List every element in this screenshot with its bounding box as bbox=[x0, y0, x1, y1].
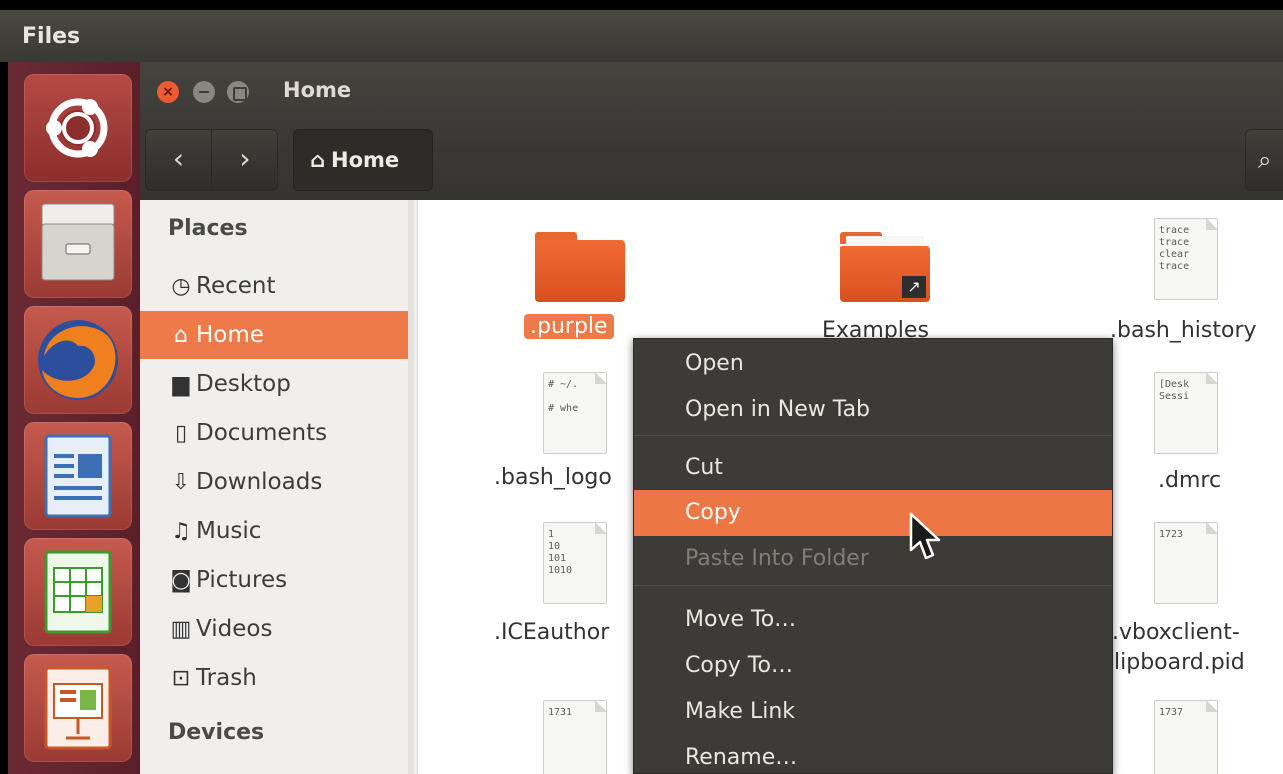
menu-item-make-link[interactable]: Make Link bbox=[634, 689, 1112, 735]
document-icon: ▯ bbox=[174, 421, 188, 446]
window-title: Home bbox=[283, 78, 352, 102]
file-name: .bash_history bbox=[1110, 318, 1257, 343]
sidebar: Places ◷ Recent ⌂ Home ▆ Desktop ▯ Documents… bbox=[140, 200, 418, 774]
file-name: .dmrc bbox=[1158, 468, 1222, 493]
folder-link-icon: ↗ bbox=[840, 232, 930, 302]
menu-item-open-in-new-tab[interactable]: Open in New Tab bbox=[634, 387, 1112, 433]
context-menu: Open Open in New Tab Cut Copy Paste Into… bbox=[633, 338, 1113, 774]
path-bar-label: Home bbox=[331, 148, 400, 172]
sidebar-item-pictures[interactable]: ◙ Pictures bbox=[140, 556, 408, 604]
download-icon: ⇩ bbox=[171, 470, 191, 495]
text-file-icon: trace trace clear trace bbox=[1154, 218, 1218, 300]
sidebar-item-label: Documents bbox=[196, 420, 328, 446]
menu-separator bbox=[634, 435, 1112, 436]
maximize-window-button[interactable] bbox=[227, 81, 249, 103]
ubuntu-dash-icon[interactable] bbox=[24, 74, 132, 182]
text-file-icon: [Desk Sessi bbox=[1154, 372, 1218, 454]
sidebar-item-label: Videos bbox=[196, 616, 273, 642]
sidebar-item-label: Recent bbox=[196, 273, 276, 299]
top-panel-title: Files bbox=[22, 24, 81, 49]
toolbar: ‹ › ⌂ Home ⌕ bbox=[140, 122, 1283, 200]
menu-item-move-to[interactable]: Move To… bbox=[634, 597, 1112, 643]
sidebar-item-videos[interactable]: ▥ Videos bbox=[140, 605, 408, 653]
text-file-icon: 1731 bbox=[543, 700, 607, 774]
music-icon: ♫ bbox=[171, 519, 191, 544]
sidebar-header-devices: Devices bbox=[168, 720, 265, 745]
minimize-window-button[interactable] bbox=[193, 81, 215, 103]
camera-icon: ◙ bbox=[170, 568, 192, 593]
sidebar-item-label: Trash bbox=[196, 665, 257, 691]
launcher bbox=[8, 62, 140, 774]
files-app-icon[interactable] bbox=[24, 190, 132, 298]
libreoffice-writer-icon[interactable] bbox=[24, 422, 132, 530]
libreoffice-calc-icon[interactable] bbox=[24, 538, 132, 646]
navigation-buttons: ‹ › bbox=[145, 129, 278, 191]
sidebar-item-label: Pictures bbox=[196, 567, 288, 593]
sidebar-item-trash[interactable]: ⊡ Trash bbox=[140, 654, 408, 702]
firefox-icon[interactable] bbox=[24, 306, 132, 414]
menu-item-copy-to[interactable]: Copy To… bbox=[634, 643, 1112, 689]
sidebar-item-label: Home bbox=[196, 322, 264, 348]
sidebar-item-desktop[interactable]: ▆ Desktop bbox=[140, 360, 408, 408]
sidebar-item-label: Desktop bbox=[196, 371, 291, 397]
text-file-icon: # ~/. # whe bbox=[543, 372, 607, 454]
back-button[interactable]: ‹ bbox=[146, 130, 212, 190]
file-name: .bash_logo bbox=[494, 465, 612, 490]
path-bar-home-button[interactable]: ⌂ Home bbox=[293, 129, 433, 191]
film-icon: ▥ bbox=[170, 617, 192, 642]
text-file-icon: 1723 bbox=[1154, 522, 1218, 604]
libreoffice-impress-icon[interactable] bbox=[24, 654, 132, 762]
folder-icon: ▆ bbox=[172, 372, 190, 397]
search-button[interactable]: ⌕ bbox=[1245, 129, 1283, 191]
sidebar-item-downloads[interactable]: ⇩ Downloads bbox=[140, 458, 408, 506]
menu-item-rename[interactable]: Rename… bbox=[634, 735, 1112, 774]
sidebar-item-recent[interactable]: ◷ Recent bbox=[140, 262, 408, 310]
menu-item-copy[interactable]: Copy bbox=[634, 490, 1112, 536]
sidebar-scrollbar[interactable] bbox=[408, 200, 414, 774]
trash-icon: ⊡ bbox=[171, 666, 191, 691]
mouse-cursor-icon bbox=[909, 512, 941, 560]
symlink-arrow-icon: ↗ bbox=[902, 276, 926, 298]
clock-icon: ◷ bbox=[171, 274, 191, 299]
text-file-icon: 1 10 101 1010 bbox=[543, 522, 607, 604]
search-icon: ⌕ bbox=[1258, 146, 1272, 174]
forward-button[interactable]: › bbox=[212, 130, 278, 190]
sidebar-item-documents[interactable]: ▯ Documents bbox=[140, 409, 408, 457]
menu-item-open[interactable]: Open bbox=[634, 341, 1112, 387]
top-panel: Files bbox=[0, 0, 1283, 62]
menu-separator bbox=[634, 585, 1112, 586]
file-name: .vboxclient- bbox=[1112, 620, 1240, 645]
sidebar-header-places: Places bbox=[168, 216, 248, 241]
file-name: .ICEauthor bbox=[494, 620, 610, 645]
window-titlebar: × Home bbox=[140, 62, 1283, 122]
close-window-button[interactable]: × bbox=[157, 81, 179, 103]
sidebar-item-label: Music bbox=[196, 518, 262, 544]
home-icon: ⌂ bbox=[310, 148, 326, 172]
home-icon: ⌂ bbox=[174, 323, 188, 348]
menu-item-paste-into-folder: Paste Into Folder bbox=[685, 546, 869, 571]
file-name: .purple bbox=[524, 314, 614, 339]
file-name-line-2: lipboard.pid bbox=[1114, 650, 1245, 675]
text-file-icon: 1737 bbox=[1154, 700, 1218, 774]
folder-icon bbox=[535, 232, 625, 302]
sidebar-item-label: Downloads bbox=[196, 469, 323, 495]
sidebar-item-music[interactable]: ♫ Music bbox=[140, 507, 408, 555]
sidebar-item-home[interactable]: ⌂ Home bbox=[140, 311, 408, 359]
menu-item-cut[interactable]: Cut bbox=[634, 445, 1112, 491]
